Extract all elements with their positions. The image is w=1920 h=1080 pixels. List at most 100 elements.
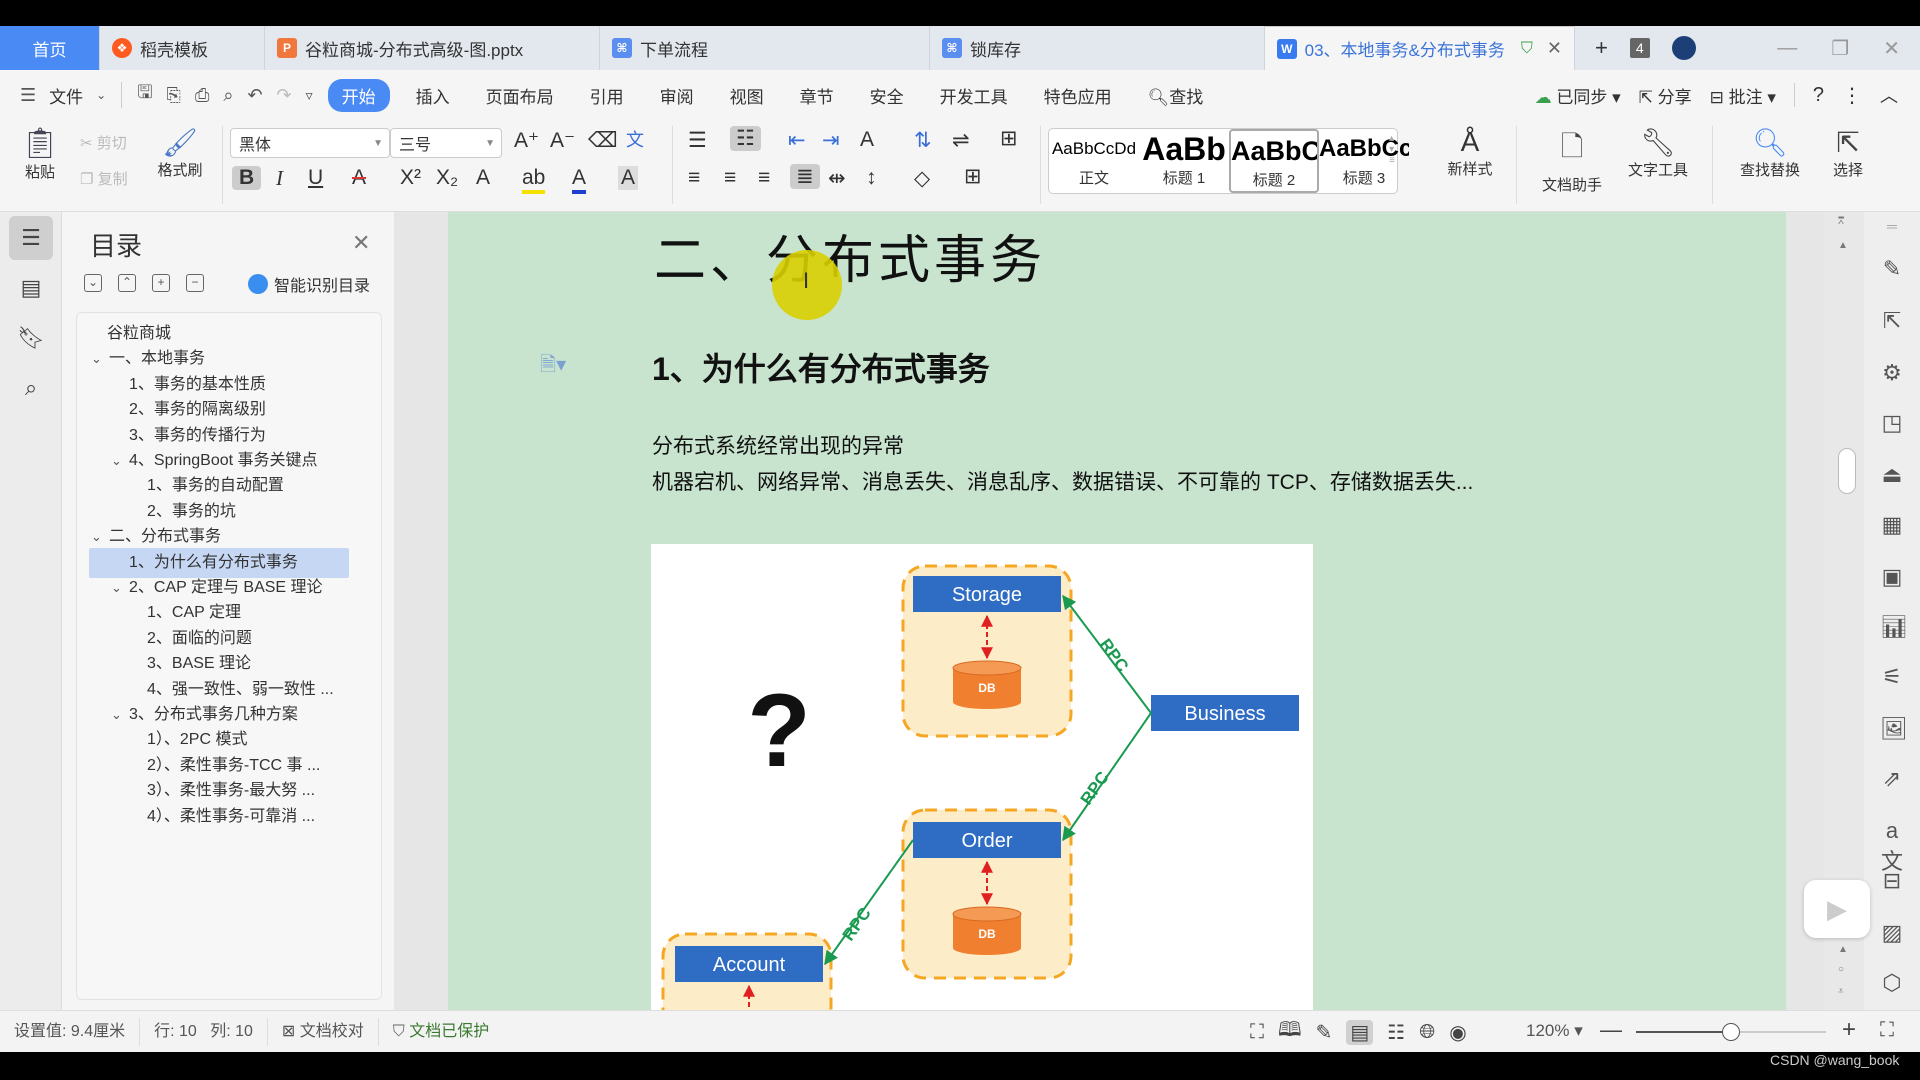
subscript-icon[interactable]: X₂ xyxy=(436,166,458,190)
expand-all-icon[interactable]: ⌄ xyxy=(84,274,102,292)
select-button[interactable]: ⇱ 选择 xyxy=(1818,126,1878,180)
export-share-icon[interactable]: ⇗ xyxy=(1880,766,1904,792)
badge-icon[interactable]: ⬡ xyxy=(1880,970,1904,996)
minimize-icon[interactable]: — xyxy=(1777,37,1797,60)
table-icon[interactable]: ⊞ xyxy=(1000,126,1018,151)
chevron-down-icon[interactable]: ⌄ xyxy=(111,573,129,603)
scroll-up-icon[interactable]: ▲ xyxy=(1838,240,1848,251)
settings-sliders-icon[interactable]: ⚟ xyxy=(1880,664,1904,690)
redo-icon[interactable]: ↷ xyxy=(270,85,299,106)
menu-dev-tools[interactable]: 开发工具 xyxy=(922,83,1026,108)
font-color-icon[interactable]: A xyxy=(572,166,587,194)
rail-handle-icon[interactable]: ═ xyxy=(1880,218,1904,234)
paragraph-menu-icon[interactable]: 🗎▾ xyxy=(540,350,566,384)
next-page-icon[interactable]: ⩡ xyxy=(1838,986,1844,997)
hamburger-icon[interactable]: ☰ xyxy=(0,85,43,106)
proofread-button[interactable]: ⊠ 文档校对 xyxy=(268,1017,379,1046)
tab-count-badge[interactable]: 4 xyxy=(1629,38,1650,58)
watermark-icon[interactable]: ⏏ xyxy=(1880,462,1904,488)
chevron-down-icon[interactable]: ⌄ xyxy=(111,446,129,476)
menu-layout[interactable]: 页面布局 xyxy=(468,83,572,108)
save-icon[interactable]: 🖫 xyxy=(130,80,159,110)
menu-file[interactable]: 文件 xyxy=(43,83,89,108)
sync-button[interactable]: ☁ 已同步 ▾ xyxy=(1535,83,1621,108)
find-replace-button[interactable]: 🔍︎ 查找替换 xyxy=(1728,126,1812,180)
help-icon[interactable]: ? xyxy=(1813,84,1824,107)
clear-format-icon[interactable]: ⌫ xyxy=(588,128,618,153)
pointer-icon[interactable]: ⇱ xyxy=(1880,308,1904,334)
write-mode-icon[interactable]: ✎ xyxy=(1316,1020,1333,1045)
chevron-down-icon[interactable]: ⌄ xyxy=(111,700,129,730)
bold-icon[interactable]: B xyxy=(232,166,262,190)
style-heading-2[interactable]: AaBbC 标题 2 xyxy=(1229,129,1319,193)
new-style-button[interactable]: Å 新样式 xyxy=(1440,126,1500,179)
menu-features[interactable]: 特色应用 xyxy=(1026,83,1130,108)
export-icon[interactable]: ⎘ xyxy=(160,85,188,106)
decrease-indent-icon[interactable]: ⇤ xyxy=(788,128,806,153)
border-icon[interactable]: ⊞ xyxy=(964,164,982,189)
line-spacing-icon[interactable]: ↕ xyxy=(866,166,877,190)
align-center-icon[interactable]: ≡ xyxy=(724,166,736,190)
distribute-icon[interactable]: ⇹ xyxy=(828,166,846,191)
spacing-icon[interactable]: ⇌ xyxy=(952,128,970,153)
fullscreen-icon[interactable]: ⛶ xyxy=(1250,1021,1264,1044)
toc-panel-icon[interactable]: ☰ xyxy=(9,216,53,260)
tab-pptx[interactable]: P 谷粒商城-分布式高级-图.pptx xyxy=(265,26,600,70)
collapse-all-icon[interactable]: ⌃ xyxy=(118,274,136,292)
read-mode-icon[interactable]: 🕮 xyxy=(1278,1015,1302,1049)
paste-button[interactable]: 📋︎ 粘贴 xyxy=(18,126,62,182)
text-tools-button[interactable]: 🔧︎ 文字工具 xyxy=(1618,126,1698,180)
bullet-list-icon[interactable]: ☰ xyxy=(688,128,707,153)
zoom-out-icon[interactable]: — xyxy=(1600,1017,1622,1043)
underline-icon[interactable]: U xyxy=(308,166,323,190)
heading-level-1[interactable]: 二、分布式事务 xyxy=(654,218,1046,293)
more-icon[interactable]: ⋮ xyxy=(1842,83,1862,108)
highlight-icon[interactable]: ab xyxy=(522,166,546,194)
menu-insert[interactable]: 插入 xyxy=(398,83,468,108)
zoom-level-select[interactable]: 120% ▾ xyxy=(1526,1021,1583,1041)
close-tab-icon[interactable]: ✕ xyxy=(1547,38,1562,59)
paragraph[interactable]: 机器宕机、网络异常、消息丢失、消息乱序、数据错误、不可靠的 TCP、存储数据丢失… xyxy=(652,466,1473,496)
smart-toc-button[interactable]: 智能识别目录 xyxy=(248,272,370,296)
tab-lock-stock[interactable]: ⌘ 锁库存 xyxy=(930,26,1265,70)
find-panel-icon[interactable]: ⌕ xyxy=(9,366,53,410)
menu-references[interactable]: 引用 xyxy=(572,83,642,108)
menu-view[interactable]: 视图 xyxy=(712,83,782,108)
increase-indent-icon[interactable]: ⇥ xyxy=(822,128,840,153)
archive-icon[interactable]: ⊟ xyxy=(1880,868,1904,894)
fit-window-icon[interactable]: ⛶ xyxy=(1880,1019,1894,1042)
outline-panel-icon[interactable]: ▤ xyxy=(9,266,53,310)
heading-level-2[interactable]: 1、为什么有分布式事务 xyxy=(652,344,990,390)
superscript-icon[interactable]: X² xyxy=(400,166,421,190)
undo-icon[interactable]: ↶ xyxy=(240,85,269,106)
menu-search[interactable]: 🔍︎查找 xyxy=(1130,83,1222,108)
text-direction-icon[interactable]: A xyxy=(860,128,874,152)
restore-icon[interactable]: ❐ xyxy=(1831,36,1849,61)
close-window-icon[interactable]: ✕ xyxy=(1883,36,1900,61)
page-view-icon[interactable]: ▤ xyxy=(1346,1019,1374,1045)
style-normal[interactable]: AaBbCcDd 正文 xyxy=(1049,129,1139,193)
new-tab-icon[interactable]: + xyxy=(1595,35,1608,61)
menu-chapter[interactable]: 章节 xyxy=(782,83,852,108)
menu-start[interactable]: 开始 xyxy=(327,78,390,112)
justify-icon[interactable]: ≣ xyxy=(790,164,820,189)
sort-icon[interactable]: ⇅ xyxy=(914,128,932,153)
scrollbar-thumb[interactable] xyxy=(1838,448,1856,494)
char-shading-icon[interactable]: A xyxy=(618,166,639,190)
share-button[interactable]: ⇱ 分享 xyxy=(1639,83,1692,108)
print-preview-icon[interactable]: ⌕ xyxy=(216,85,240,106)
tab-order-flow[interactable]: ⌘ 下单流程 xyxy=(600,26,930,70)
align-right-icon[interactable]: ≡ xyxy=(758,166,770,190)
architecture-diagram[interactable]: Storage Order Account Business DB DB RPC… xyxy=(651,544,1313,1010)
edit-pen-icon[interactable]: ✎ xyxy=(1880,256,1904,282)
text-effect-icon[interactable]: A xyxy=(476,166,490,190)
floating-play-button[interactable]: ▶ xyxy=(1804,880,1870,938)
collapse-ribbon-icon[interactable]: ︿ xyxy=(1880,82,1898,108)
apps-grid-icon[interactable]: ▣ xyxy=(1880,564,1904,590)
zoom-slider-handle[interactable] xyxy=(1722,1023,1740,1041)
outline-view-icon[interactable]: ☷ xyxy=(1387,1020,1405,1045)
tab-home[interactable]: 首页 xyxy=(0,26,100,70)
protected-status[interactable]: ⛉ 文档已保护 xyxy=(379,1018,503,1046)
style-heading-1[interactable]: AaBb 标题 1 xyxy=(1139,129,1229,193)
paragraph[interactable]: 分布式系统经常出现的异常 xyxy=(652,430,904,460)
